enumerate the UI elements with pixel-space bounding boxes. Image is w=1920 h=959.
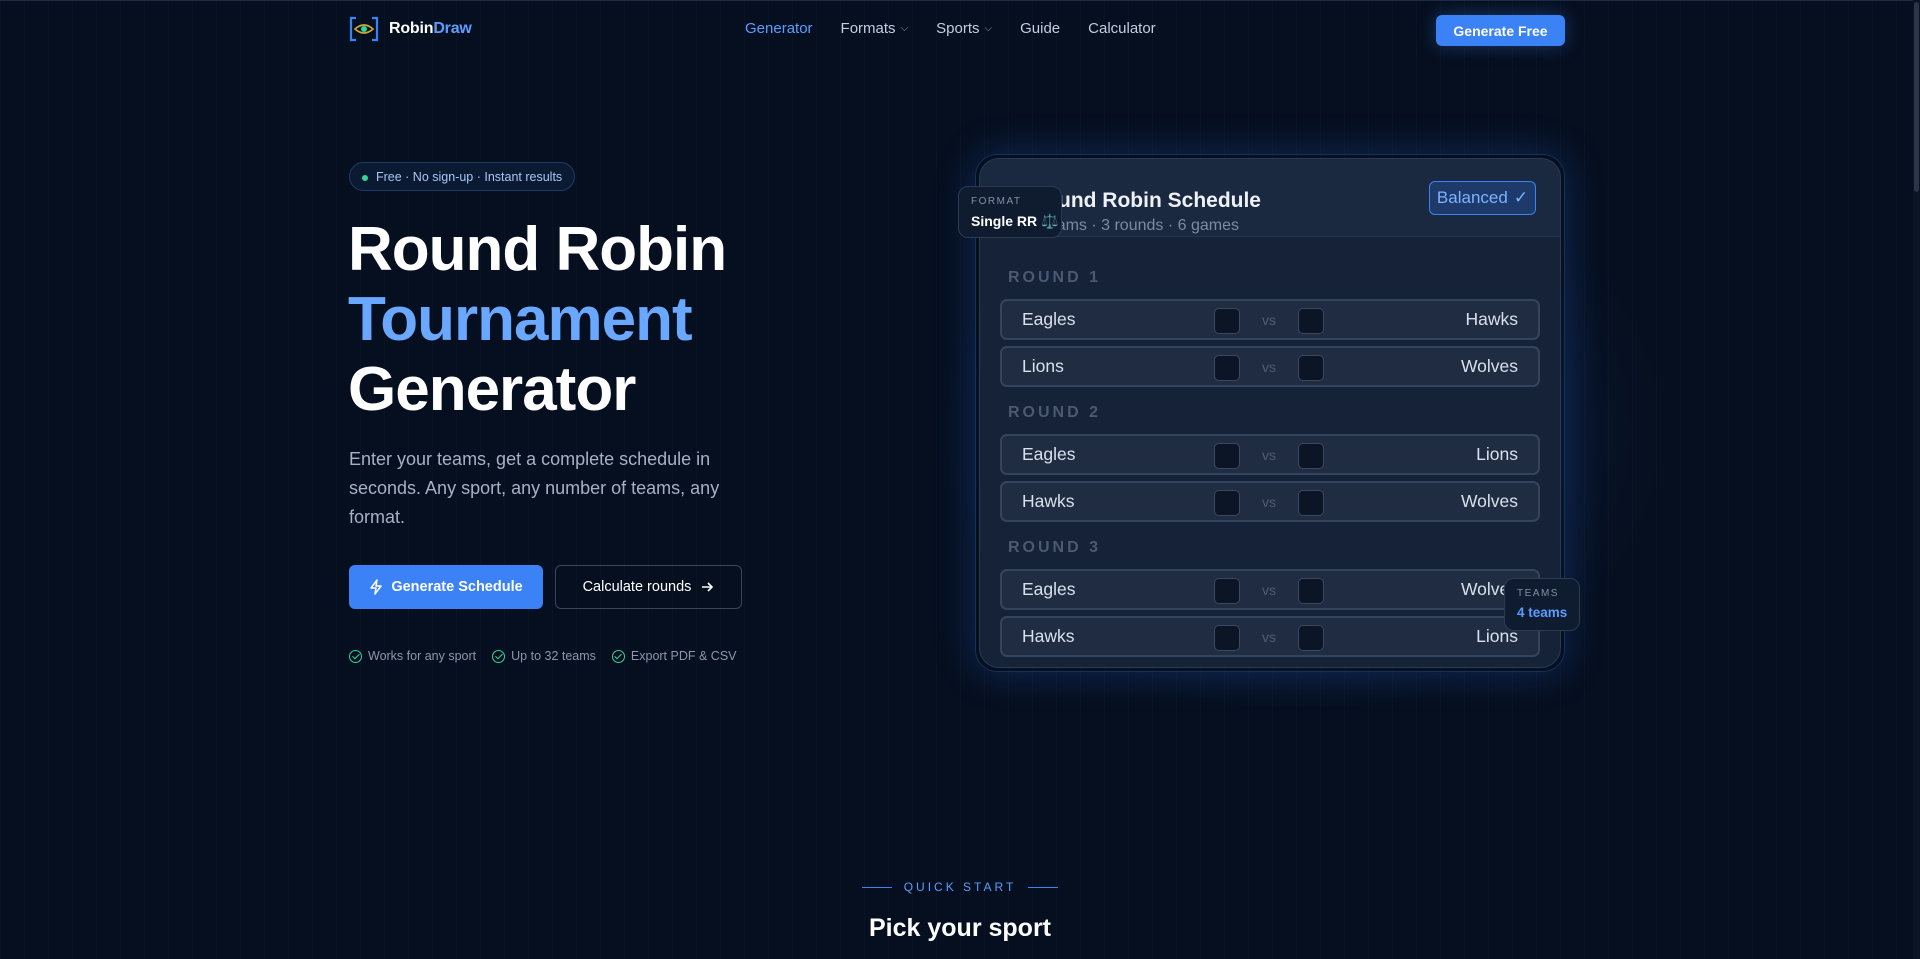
round-label: ROUND 1 xyxy=(1008,269,1102,286)
away-score-input[interactable] xyxy=(1298,443,1324,469)
format-chip: FORMAT Single RR ⚖️ xyxy=(958,186,1062,238)
chip-label: FORMAT xyxy=(971,196,1022,207)
chip-value: 4 teams xyxy=(1517,605,1568,620)
hero-title-line3: Generator xyxy=(348,355,636,424)
divider xyxy=(1028,886,1059,888)
vs-label: vs xyxy=(1262,494,1276,510)
brand-name: RobinDraw xyxy=(389,20,472,37)
card-header: Round Robin Schedule 4 teams · 3 rounds … xyxy=(980,159,1560,237)
match-row: Hawks vs Wolves xyxy=(1000,481,1540,522)
home-team: Hawks xyxy=(1022,491,1075,511)
match-row: Eagles vs Wolves xyxy=(1000,569,1540,610)
arrow-right-icon xyxy=(702,582,714,592)
main-nav: Generator Formats ⌵ Sports ⌵ Guide Calcula… xyxy=(745,20,1184,37)
away-team: Lions xyxy=(1476,444,1518,464)
check-circle-icon xyxy=(492,649,506,663)
hero-title-line2: Tournament xyxy=(348,285,693,354)
match-row: Hawks vs Lions xyxy=(1000,616,1540,657)
top-navbar: RobinDraw Generator Formats ⌵ Sports ⌵ Gui… xyxy=(0,0,1920,58)
hero-title: Round Robin Tournament Generator xyxy=(348,215,727,425)
card-title: Round Robin Schedule xyxy=(1030,189,1261,212)
hero-lead: Enter your teams, get a complete schedul… xyxy=(349,449,720,527)
vs-label: vs xyxy=(1262,359,1276,375)
home-team: Eagles xyxy=(1022,309,1076,329)
nav-calculator[interactable]: Calculator xyxy=(1088,20,1156,37)
match-row: Eagles vs Lions xyxy=(1000,434,1540,475)
checkmark-icon: ✓ xyxy=(1513,188,1529,207)
home-team: Lions xyxy=(1022,356,1064,376)
chevron-down-icon: ⌵ xyxy=(984,23,993,34)
match-row: Lions vs Wolves xyxy=(1000,346,1540,387)
chip-label: TEAMS xyxy=(1517,588,1559,599)
quick-start-eyebrow: QUICK START xyxy=(0,880,1920,894)
scrollbar[interactable] xyxy=(1913,0,1920,959)
generate-free-button[interactable]: Generate Free xyxy=(1436,15,1565,46)
calculate-rounds-button[interactable]: Calculate rounds xyxy=(555,565,742,609)
hero-title-line1: Round Robin xyxy=(348,215,727,284)
vs-label: vs xyxy=(1262,582,1276,598)
round-label: ROUND 2 xyxy=(1008,404,1102,421)
background-grid xyxy=(0,0,1920,959)
divider xyxy=(861,886,892,888)
nav-formats[interactable]: Formats ⌵ xyxy=(841,20,909,37)
home-score-input[interactable] xyxy=(1214,443,1240,469)
schedule-preview-card: Round Robin Schedule 4 teams · 3 rounds … xyxy=(979,158,1561,668)
vs-label: vs xyxy=(1262,312,1276,328)
chip-value: Single RR ⚖️ xyxy=(971,213,1059,229)
match-row: Eagles vs Hawks xyxy=(1000,299,1540,340)
home-team: Eagles xyxy=(1022,579,1076,599)
teams-chip: TEAMS 4 teams xyxy=(1504,578,1580,631)
nav-generator[interactable]: Generator xyxy=(745,20,813,37)
lightning-icon xyxy=(370,579,383,595)
scrollbar-thumb[interactable] xyxy=(1914,2,1919,192)
nav-guide[interactable]: Guide xyxy=(1020,20,1060,37)
home-team: Eagles xyxy=(1022,444,1076,464)
home-score-input[interactable] xyxy=(1214,308,1240,334)
away-score-input[interactable] xyxy=(1298,625,1324,651)
nav-sports[interactable]: Sports ⌵ xyxy=(936,20,992,37)
hero-badge: Free · No sign-up · Instant results xyxy=(349,162,576,191)
away-score-input[interactable] xyxy=(1298,490,1324,516)
away-team: Hawks xyxy=(1465,309,1518,329)
check-circle-icon xyxy=(611,649,625,663)
chevron-down-icon: ⌵ xyxy=(900,23,909,34)
check-circle-icon xyxy=(349,649,362,663)
away-score-input[interactable] xyxy=(1298,308,1324,334)
away-score-input[interactable] xyxy=(1298,355,1324,381)
home-score-input[interactable] xyxy=(1214,490,1240,516)
away-team: Wolves xyxy=(1460,491,1518,511)
away-score-input[interactable] xyxy=(1298,578,1324,604)
feature-item: Works for any sport xyxy=(349,649,476,663)
status-dot-icon xyxy=(362,175,368,181)
vs-label: vs xyxy=(1262,447,1276,463)
away-team: Wolves xyxy=(1460,356,1518,376)
vs-label: vs xyxy=(1262,629,1276,645)
brand-logo[interactable]: RobinDraw xyxy=(349,16,472,42)
section-heading: Pick your sport xyxy=(869,914,1051,942)
feature-item: Up to 32 teams xyxy=(492,649,596,663)
generate-schedule-button[interactable]: Generate Schedule xyxy=(349,565,543,609)
home-score-input[interactable] xyxy=(1214,355,1240,381)
logo-eye-icon xyxy=(349,16,379,42)
feature-item: Export PDF & CSV xyxy=(611,649,737,663)
feature-list: Works for any sport Up to 32 teams Expor… xyxy=(349,649,737,663)
home-score-input[interactable] xyxy=(1214,625,1240,651)
round-label: ROUND 3 xyxy=(1008,539,1102,556)
home-team: Hawks xyxy=(1022,626,1075,646)
home-score-input[interactable] xyxy=(1214,578,1240,604)
balanced-badge: Balanced ✓ xyxy=(1429,181,1536,215)
